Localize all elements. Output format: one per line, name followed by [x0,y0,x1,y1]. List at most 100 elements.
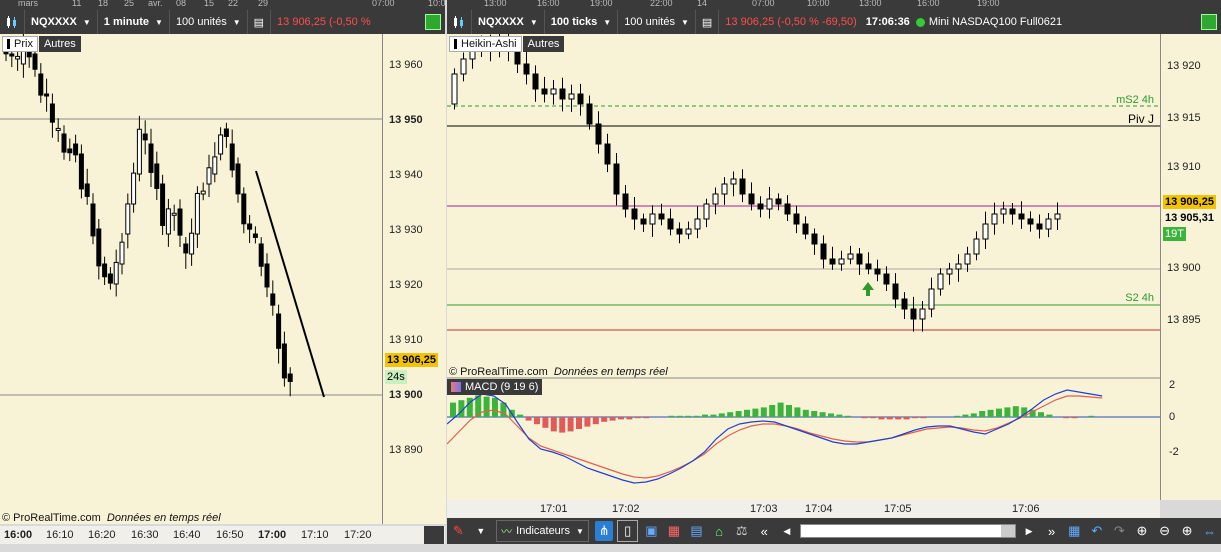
left-chart-pane[interactable]: Prix Autres © ProRealTime.com Données en… [0,33,382,524]
zoom-in-icon[interactable]: ⊕ [1178,521,1197,541]
candle-body [90,203,96,237]
top-strip-label: 16:00 [537,0,560,8]
calendar-icon[interactable]: ▤ [687,521,706,541]
macd-histogram-bar [1071,417,1078,419]
indicators-button[interactable]: 〰 Indicateurs ▼ [496,520,589,542]
table-icon[interactable]: ▦ [665,521,684,541]
ha-candle-body [541,88,548,95]
template-icon[interactable]: ▯ [617,520,639,542]
top-strip-label: 13:00 [484,0,507,8]
timeframe-selector[interactable]: 1 minute ▼ [98,10,170,34]
scroll-left-icon[interactable]: ◀ [778,521,797,541]
right-time-axis[interactable]: 17:01 17:02 17:03 17:04 17:05 17:06 [447,500,1160,518]
y-axis-label: 13 930 [389,224,423,236]
tab-autres[interactable]: Autres [38,36,81,52]
candle-body [171,212,177,216]
calendar-go-icon[interactable]: ▦ [1065,521,1084,541]
ha-candle-body [568,93,575,100]
fast-forward-icon[interactable]: » [1042,521,1061,541]
tab-heikin-ashi[interactable]: Heikin-Ashi [449,36,522,52]
macd-histogram-bar [676,415,683,417]
scroll-end-button[interactable] [424,526,444,544]
right-chart-pane[interactable]: Heikin-Ashi Autres mS2 4h Piv J S2 4h © … [446,29,1160,500]
bar-chart-icon: ▤ [701,16,713,29]
macd-title-tab[interactable]: MACD (9 19 6) [447,379,543,395]
macd-histogram-bar [903,417,910,420]
macd-histogram-bar [450,402,456,417]
candle-body [78,153,84,190]
tab-prix[interactable]: Prix [2,36,38,52]
y-axis-label: 13 890 [389,444,423,456]
symbol-selector[interactable]: NQXXXX ▼ [25,10,98,34]
fast-rewind-icon[interactable]: « [755,521,774,541]
ha-candle-body [712,193,719,205]
right-price-axis[interactable]: 13 920 13 915 13 910 13 900 13 895 13 906,25… [1160,34,1221,500]
bell-icon[interactable]: ⌂ [710,521,729,541]
indicator-bar-icon-cell[interactable]: ▤ [696,10,720,34]
candle-body [38,73,44,96]
ha-candle-body [577,93,584,105]
x-axis-label: 17:10 [301,529,329,541]
screens-icon[interactable]: ▣ [642,521,661,541]
ha-candle-body [649,213,656,225]
symbol-label: NQXXXX [478,16,524,28]
top-strip-label: mars [18,0,38,8]
macd-y-label: 0 [1169,411,1176,423]
tab-heikin-ashi-label: Heikin-Ashi [461,38,517,50]
ha-candle-body [559,88,566,100]
candle-body [136,128,142,175]
candle-body [183,243,189,254]
indicator-bar-icon-cell[interactable]: ▤ [248,10,272,34]
candle-body [131,172,137,205]
macd-histogram-bar [878,417,885,420]
macd-histogram-bar [861,417,868,419]
macd-histogram-bar [685,415,692,417]
macd-histogram-bar [1063,417,1070,419]
x-axis-label: 17:00 [258,529,287,541]
ha-candle-body [928,288,935,310]
top-strip-label: 18 [98,0,109,8]
fit-chart-icon[interactable]: ⇔ [1200,521,1219,541]
timeframe-selector[interactable]: 100 ticks ▼ [545,10,619,34]
symbol-selector[interactable]: NQXXXX ▼ [472,10,545,34]
left-price-axis[interactable]: 13 960 13 950 13 940 13 930 13 920 13 910 13 9… [382,34,446,524]
redo-icon[interactable]: ↷ [1110,521,1129,541]
drawing-tool-icon[interactable]: ✎ [449,521,468,541]
candle-body [154,163,160,189]
top-strip-label: 11 [72,0,82,8]
units-selector[interactable]: 100 unités ▼ [618,10,696,34]
units-label: 100 unités [175,16,227,28]
share-icon[interactable]: ⋔ [594,521,614,541]
ha-candle-body [550,88,557,95]
compare-icon[interactable]: ⚖ [732,521,751,541]
undo-icon[interactable]: ↶ [1088,521,1107,541]
scrollbar-thumb[interactable] [1000,525,1015,537]
top-strip-label: 16:00 [917,0,940,8]
sync-arrow-icon[interactable] [425,14,441,30]
candle-body [15,55,21,60]
ha-candle-body [937,273,944,290]
timeframe-label: 1 minute [103,16,150,28]
chevron-down-icon: ▼ [529,17,538,27]
zoom-out-icon[interactable]: ⊖ [1155,521,1174,541]
horizontal-scrollbar[interactable] [800,524,1016,538]
tab-autres[interactable]: Autres [522,36,565,52]
chevron-down-icon[interactable]: ▼ [472,521,491,541]
macd-histogram-bar [920,417,927,419]
ha-candle-body [991,213,998,225]
macd-histogram-bar [634,417,641,419]
units-label: 100 unités [624,16,675,28]
chart-type-button[interactable] [447,10,472,34]
y-axis-label: 13 920 [389,279,423,291]
ha-candle-body [784,203,791,215]
sync-arrow-icon[interactable] [1201,14,1217,30]
chart-type-button[interactable] [0,10,25,34]
macd-histogram-bar [735,411,742,417]
scroll-right-icon[interactable]: ▶ [1020,521,1039,541]
zoom-reset-icon[interactable]: ⊕ [1133,521,1152,541]
candle-body [200,190,206,195]
units-selector[interactable]: 100 unités ▼ [170,10,248,34]
left-time-axis[interactable]: 16:00 16:10 16:20 16:30 16:40 16:50 17:00 17:10… [0,526,445,544]
y-axis-label: 13 960 [389,59,423,71]
x-axis-label: 17:05 [884,503,912,515]
